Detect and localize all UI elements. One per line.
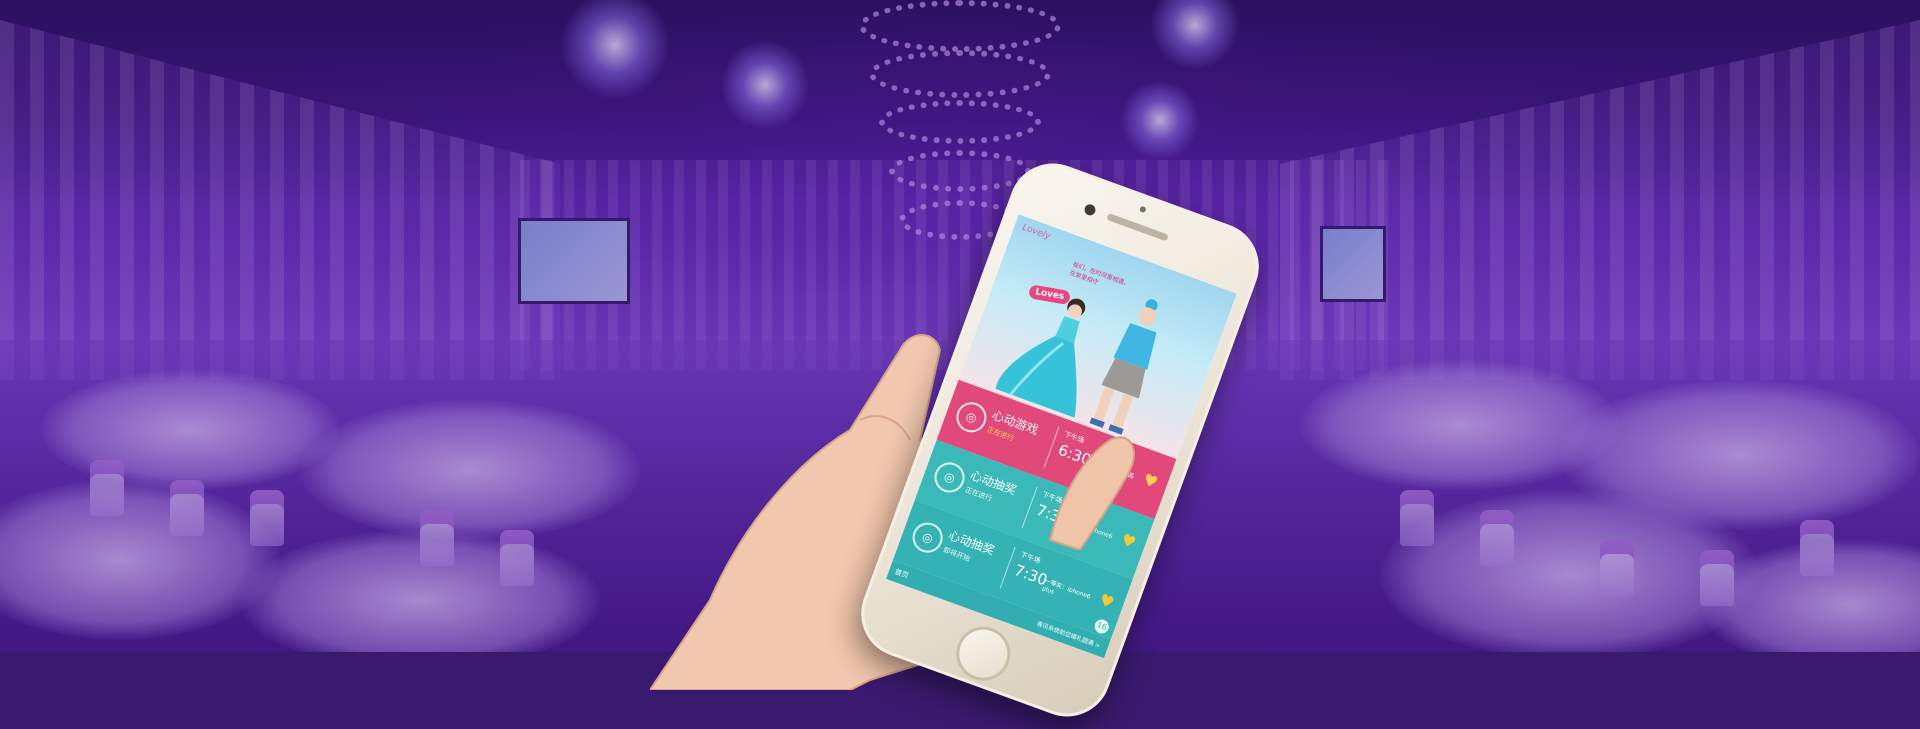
- app-logo: Lovely: [1020, 222, 1052, 243]
- lottery-icon: ◎: [908, 518, 947, 557]
- thumb: [1048, 436, 1135, 550]
- heart-icon[interactable]: ♥: [1139, 470, 1161, 493]
- activity-prize: 一等奖：iphone6 plus: [1040, 577, 1092, 601]
- earpiece-speaker: [1106, 212, 1169, 242]
- home-link[interactable]: 首页: [893, 567, 910, 581]
- gamepad-icon: ◎: [952, 398, 991, 437]
- heart-icon[interactable]: ♥: [1095, 590, 1117, 613]
- front-camera: [1082, 202, 1098, 217]
- lottery-icon: ◎: [930, 458, 969, 497]
- home-button[interactable]: [948, 619, 1018, 689]
